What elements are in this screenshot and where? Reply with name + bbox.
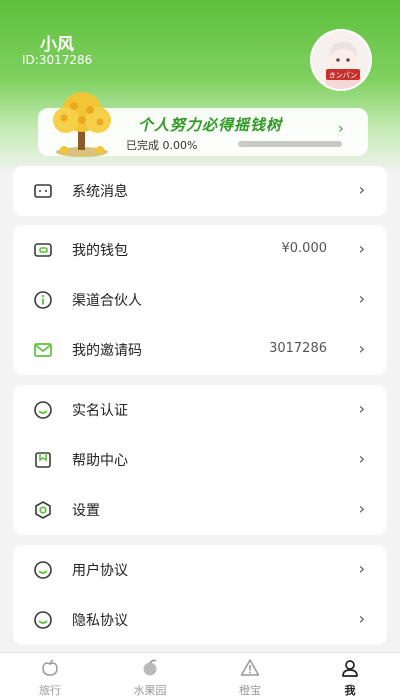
menu-item-invite-code[interactable]: 我的邀请码 3017286 › [13, 325, 387, 375]
banner-progress-bar [238, 141, 342, 147]
message-icon [34, 184, 52, 198]
chevron-right-icon: › [358, 499, 365, 518]
mail-icon [34, 343, 52, 357]
avatar-text: きンパン [329, 72, 357, 80]
chevron-right-icon: › [358, 289, 365, 308]
chevron-right-icon: › [358, 609, 365, 628]
tab-chengbao[interactable]: 橙宝 [200, 653, 300, 700]
wallet-icon [34, 243, 52, 257]
menu-item-user-agreement[interactable]: 用户协议 › [13, 545, 387, 595]
fruit-icon [143, 659, 157, 676]
smile-icon [34, 561, 52, 579]
menu-item-label: 实名认证 [72, 403, 128, 419]
apple-icon [42, 659, 58, 676]
menu-item-label: 我的邀请码 [72, 343, 142, 359]
help-icon [35, 452, 51, 468]
username: 小风 [40, 35, 74, 55]
tab-orchard[interactable]: 水果园 [100, 653, 200, 700]
menu-item-label: 我的钱包 [72, 243, 128, 259]
menu-item-label: 设置 [72, 503, 100, 519]
menu-item-wallet[interactable]: 我的钱包 ¥0.000 › [13, 225, 387, 275]
tab-me[interactable]: 我 [300, 653, 400, 700]
menu-item-help[interactable]: 帮助中心 › [13, 435, 387, 485]
tab-label: 橙宝 [239, 684, 261, 697]
menu-item-partner[interactable]: 渠道合伙人 › [13, 275, 387, 325]
messages-card: 系统消息 › [13, 166, 387, 216]
info-icon [34, 291, 52, 309]
banner-progress-label: 已完成 0.00% [126, 139, 198, 152]
tab-label: 水果园 [133, 684, 167, 697]
menu-item-settings[interactable]: 设置 › [13, 485, 387, 535]
wallet-card: 我的钱包 ¥0.000 › 渠道合伙人 › 我的邀请码 3017286 › [13, 225, 387, 375]
banner-chevron-icon: › [338, 121, 344, 137]
tab-label: 我 [344, 684, 356, 697]
chevron-right-icon: › [358, 239, 365, 258]
banner-title: 个人努力必得摇钱树 [138, 116, 283, 134]
tab-travel[interactable]: 旅行 [0, 653, 100, 700]
money-tree-icon [53, 92, 111, 157]
warning-icon [240, 659, 260, 676]
chevron-right-icon: › [358, 399, 365, 418]
invite-code-value: 3017286 [269, 341, 327, 356]
menu-item-label: 帮助中心 [72, 453, 128, 469]
menu-item-label: 隐私协议 [72, 613, 128, 629]
wallet-balance: ¥0.000 [281, 241, 328, 256]
smile-icon [34, 611, 52, 629]
smile-icon [34, 401, 52, 419]
menu-item-label: 系统消息 [72, 184, 128, 200]
chevron-right-icon: › [358, 559, 365, 578]
menu-item-realname[interactable]: 实名认证 › [13, 385, 387, 435]
menu-item-label: 用户协议 [72, 563, 128, 579]
chevron-right-icon: › [358, 180, 365, 199]
menu-item-label: 渠道合伙人 [72, 293, 142, 309]
user-icon [342, 660, 358, 677]
chevron-right-icon: › [358, 339, 365, 358]
menu-item-privacy[interactable]: 隐私协议 › [13, 595, 387, 645]
tab-label: 旅行 [39, 684, 61, 697]
avatar[interactable]: きンパン [310, 29, 372, 91]
account-card: 实名认证 › 帮助中心 › 设置 › [13, 385, 387, 535]
gear-icon [35, 501, 51, 519]
chevron-right-icon: › [358, 449, 365, 468]
user-id: ID:3017286 [22, 53, 93, 67]
agreements-card: 用户协议 › 隐私协议 › [13, 545, 387, 645]
menu-item-messages[interactable]: 系统消息 › [13, 166, 387, 216]
bottom-tab-bar: 旅行 水果园 橙宝 我 [0, 652, 400, 700]
